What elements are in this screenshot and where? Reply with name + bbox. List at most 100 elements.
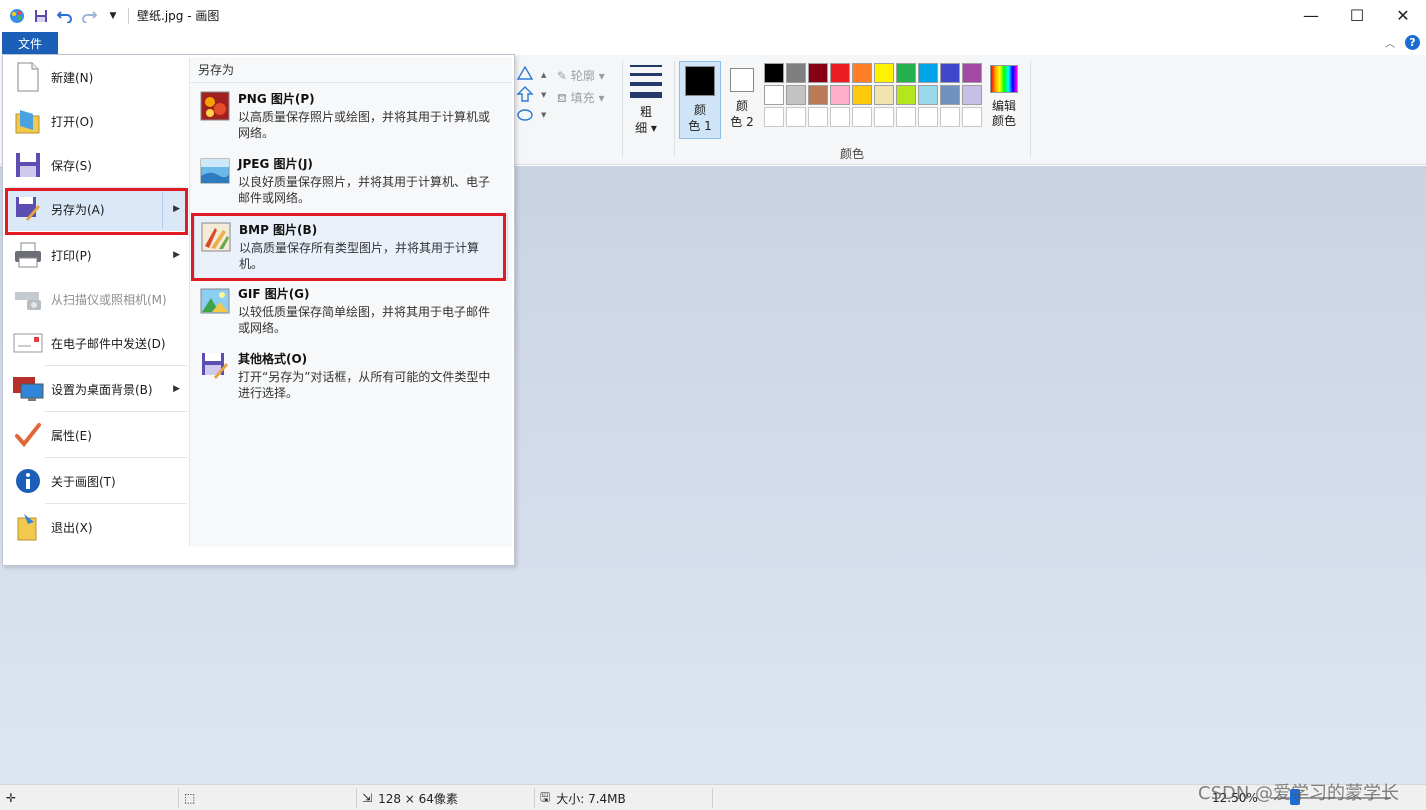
custom-color-slot[interactable] [786,107,806,127]
custom-color-slot[interactable] [764,107,784,127]
edit-colors-button[interactable]: 编辑 颜色 [986,63,1022,129]
cursor-position-icon: ✛ [6,791,17,805]
window-title: 壁纸.jpg - 画图 [137,9,220,23]
color2-button[interactable]: 颜色 2 [725,61,759,139]
title-bar: ▼ 壁纸.jpg - 画图 — ☐ ✕ [0,0,1426,31]
menu-item-about[interactable]: 关于画图(T) [7,459,187,503]
quick-access-toolbar: ▼ [0,0,129,31]
collapse-ribbon-icon[interactable]: ︿ [1385,35,1395,50]
new-file-icon [11,61,45,93]
gif-image-icon [200,286,232,318]
outline-fill-controls: ✎ 轮廓 ▾ ⛾ 填充 ▾ [557,65,605,109]
close-button[interactable]: ✕ [1380,0,1426,31]
file-size: 🖫 大小: 7.4MB [540,785,626,810]
arrow-shape-icon [516,86,534,102]
palette-swatch[interactable] [874,63,894,83]
submenu-title: 另存为 [190,57,513,83]
palette-swatch[interactable] [896,63,916,83]
desktop-background-icon [11,373,45,405]
custom-color-slot[interactable] [830,107,850,127]
properties-check-icon [11,419,45,451]
color-palette [764,63,982,127]
customize-dropdown-icon[interactable]: ▼ [104,7,122,25]
palette-swatch[interactable] [808,85,828,105]
file-menu: 新建(N) 打开(O) 保存(S) 另存为(A) ▶ 打印(P) ▶ 从扫描仪或… [2,54,515,566]
edit-colors-icon [990,65,1018,93]
selection-size-icon: ⬚ [184,791,196,805]
svg-text:▲: ▲ [541,71,547,79]
submenu-arrow-icon: ▶ [173,250,180,260]
custom-color-slot[interactable] [940,107,960,127]
palette-swatch[interactable] [764,85,784,105]
file-menu-commands: 新建(N) 打开(O) 保存(S) 另存为(A) ▶ 打印(P) ▶ 从扫描仪或… [3,55,188,565]
redo-icon[interactable] [80,7,98,25]
palette-swatch[interactable] [940,85,960,105]
open-folder-icon [11,105,45,137]
palette-swatch[interactable] [852,85,872,105]
save-as-other-formats[interactable]: 其他格式(O) 打开“另存为”对话框，从所有可能的文件类型中进行选择。 [194,345,508,409]
disk-icon: 🖫 [540,789,551,804]
custom-color-slot[interactable] [874,107,894,127]
annotation-highlight-bmp [191,213,506,281]
undo-icon[interactable] [56,7,74,25]
custom-color-slot[interactable] [852,107,872,127]
printer-icon [11,239,45,271]
colors-group-label: 颜色 [840,147,865,161]
shapes-gallery[interactable]: ▲ ▼ ▼ [516,65,552,127]
palette-swatch[interactable] [808,63,828,83]
email-icon [11,327,45,359]
menu-item-scanner[interactable]: 从扫描仪或照相机(M) [7,277,187,321]
save-icon[interactable] [32,7,50,25]
palette-swatch[interactable] [786,85,806,105]
menu-item-exit[interactable]: 退出(X) [7,505,187,549]
color1-swatch [685,66,715,96]
menu-item-open[interactable]: 打开(O) [7,99,187,143]
ribbon-tab-bar: 文件 ︿ ? [0,31,1426,55]
custom-color-slot[interactable] [962,107,982,127]
color2-swatch [730,68,754,92]
exit-icon [11,511,45,543]
save-as-jpeg[interactable]: JPEG 图片(J) 以良好质量保存照片，并将其用于计算机、电子邮件或网络。 [194,150,508,214]
menu-item-new[interactable]: 新建(N) [7,55,187,99]
help-icon[interactable]: ? [1405,35,1420,50]
info-icon [11,465,45,497]
svg-text:▼: ▼ [541,91,547,99]
custom-color-slot[interactable] [918,107,938,127]
menu-item-print[interactable]: 打印(P) ▶ [7,233,187,277]
custom-color-slot[interactable] [808,107,828,127]
palette-swatch[interactable] [830,85,850,105]
palette-swatch[interactable] [962,63,982,83]
minimize-button[interactable]: — [1288,0,1334,31]
outline-button[interactable]: ✎ 轮廓 ▾ [557,65,605,87]
save-as-gif[interactable]: GIF 图片(G) 以较低质量保存简单绘图，并将其用于电子邮件或网络。 [194,280,508,344]
file-tab[interactable]: 文件 [2,32,58,55]
scanner-icon [11,283,45,315]
palette-swatch[interactable] [918,63,938,83]
palette-swatch[interactable] [896,85,916,105]
palette-swatch[interactable] [764,63,784,83]
palette-swatch[interactable] [874,85,894,105]
palette-swatch[interactable] [852,63,872,83]
image-dimensions: ⇲ 128 × 64像素 [362,791,458,806]
palette-swatch[interactable] [962,85,982,105]
custom-color-slot[interactable] [896,107,916,127]
palette-swatch[interactable] [940,63,960,83]
menu-item-email[interactable]: 在电子邮件中发送(D) [7,321,187,365]
palette-swatch[interactable] [918,85,938,105]
png-image-icon [200,91,232,123]
annotation-highlight-save-as [5,188,188,235]
paint-app-icon[interactable] [8,7,26,25]
size-button[interactable]: 粗细 ▾ [628,65,664,136]
palette-swatch[interactable] [830,63,850,83]
watermark: CSDN @爱学习的蒙学长 [1198,783,1400,804]
dimensions-icon: ⇲ [362,791,373,805]
color1-button[interactable]: 颜色 1 [679,61,721,139]
menu-item-save[interactable]: 保存(S) [7,143,187,187]
palette-swatch[interactable] [786,63,806,83]
fill-button[interactable]: ⛾ 填充 ▾ [557,87,605,109]
save-disk-icon [11,149,45,181]
maximize-button[interactable]: ☐ [1334,0,1380,31]
menu-item-properties[interactable]: 属性(E) [7,413,187,457]
save-as-png[interactable]: PNG 图片(P) 以高质量保存照片或绘图，并将其用于计算机或网络。 [194,85,508,149]
menu-item-desktop-background[interactable]: 设置为桌面背景(B) ▶ [7,367,187,411]
